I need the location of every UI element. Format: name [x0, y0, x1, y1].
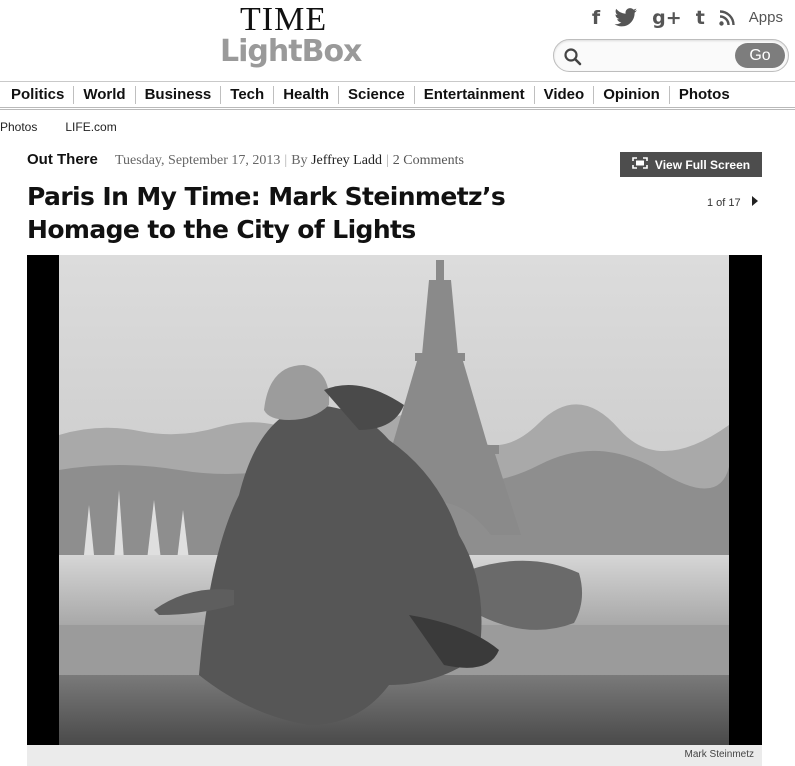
view-full-screen-button[interactable]: View Full Screen — [620, 152, 762, 177]
fullscreen-label: View Full Screen — [654, 157, 751, 172]
comments-link[interactable]: 2 Comments — [393, 153, 464, 168]
google-plus-icon[interactable]: g+ — [652, 6, 682, 30]
nav-item-opinion[interactable]: Opinion — [594, 85, 670, 104]
nav-item-tech[interactable]: Tech — [221, 85, 275, 104]
nav-item-video[interactable]: Video — [535, 85, 595, 104]
pager-count: 1 of 17 — [707, 196, 741, 209]
search-icon — [563, 47, 583, 72]
section-label[interactable]: Out There — [27, 151, 98, 168]
fullscreen-icon — [632, 157, 648, 172]
nav-item-photos[interactable]: Photos — [670, 86, 739, 104]
next-arrow-icon[interactable] — [751, 196, 758, 209]
social-links: f g+ t Apps — [592, 6, 783, 30]
tumblr-icon[interactable]: t — [696, 6, 705, 30]
time-logo[interactable]: TIME — [240, 3, 327, 37]
twitter-bird-icon[interactable] — [614, 8, 638, 28]
article-meta: Tuesday, September 17, 2013 | By Jeffrey L… — [115, 153, 464, 168]
nav-item-health[interactable]: Health — [274, 85, 340, 104]
publish-date: Tuesday, September 17, 2013 — [115, 153, 281, 168]
nav-item-entertainment[interactable]: Entertainment — [415, 85, 535, 104]
facebook-icon[interactable]: f — [592, 6, 600, 30]
apps-link[interactable]: Apps — [749, 6, 783, 30]
nav-item-business[interactable]: Business — [136, 85, 222, 104]
search-box: Go — [553, 39, 789, 72]
nav-item-politics[interactable]: Politics — [0, 85, 75, 104]
lightbox-logo[interactable]: LightBox — [220, 34, 362, 70]
sub-nav: Photos LIFE.com — [0, 119, 117, 135]
search-go-button[interactable]: Go — [735, 43, 785, 68]
gallery-pager: 1 of 17 — [707, 196, 758, 209]
photo-credit: Mark Steinmetz — [684, 749, 754, 760]
gallery-photo[interactable] — [59, 255, 729, 745]
subnav-item-life[interactable]: LIFE.com — [65, 119, 116, 135]
nav-item-world[interactable]: World — [74, 85, 136, 104]
article-headline: Paris In My Time: Mark Steinmetz’s Homag… — [27, 182, 506, 244]
subnav-item-photos[interactable]: Photos — [0, 119, 37, 135]
author-link[interactable]: Jeffrey Ladd — [311, 153, 382, 168]
rss-icon[interactable] — [719, 10, 735, 26]
main-nav: Politics World Business Tech Health Scie… — [0, 81, 795, 110]
search-input[interactable] — [588, 46, 728, 66]
caption-bar: Mark Steinmetz — [27, 745, 762, 766]
masthead: TIME LightBox f g+ t Apps Go — [0, 0, 795, 80]
photo-frame — [27, 255, 762, 745]
byline-prefix: By — [291, 153, 308, 168]
nav-item-science[interactable]: Science — [339, 85, 415, 104]
